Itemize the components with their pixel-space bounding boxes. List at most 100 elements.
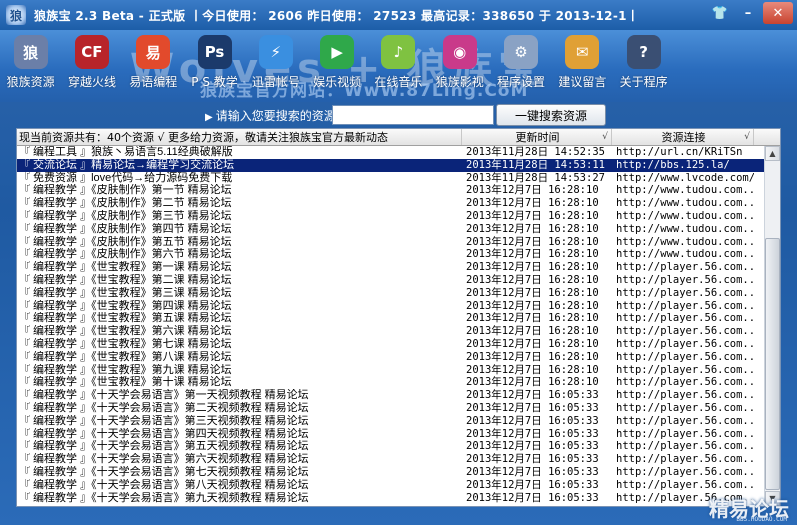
- settings-icon: ⚙: [504, 35, 539, 69]
- row-name: 『 编程教学 』《皮肤制作》第三节 精易论坛: [19, 209, 232, 222]
- row-name: 『 编程教学 』《世宝教程》第二课 精易论坛: [19, 273, 232, 286]
- table-row[interactable]: 『 编程教学 』《世宝教程》第十课 精易论坛 2013年12月7日 16:28:1…: [17, 376, 765, 389]
- table-row[interactable]: 『 编程教学 』《皮肤制作》第二节 精易论坛 2013年12月7日 16:28:1…: [17, 197, 765, 210]
- row-time: 2013年12月7日 16:05:33: [466, 453, 599, 466]
- row-link: http://player.56.com...: [616, 401, 754, 414]
- row-time: 2013年12月7日 16:05:33: [466, 389, 599, 402]
- toolbar-button-label: 穿越火线: [67, 75, 116, 89]
- row-link: http://player.56.com...: [616, 286, 754, 299]
- row-name: 『 编程教学 』《世宝教程》第四课 精易论坛: [19, 299, 232, 312]
- column-header-link-label: 资源连接: [661, 131, 706, 144]
- row-link: http://player.56.com...: [616, 261, 754, 274]
- window-title: 狼族宝 2.3 Beta - 正式版 丨今日使用： 2606 昨日使用： 275…: [34, 8, 640, 23]
- table-row[interactable]: 『 编程教学 』《十天学会易语言》第一天视频教程 精易论坛 2013年12月7日 …: [17, 389, 765, 402]
- row-link: http://player.56.com...: [616, 389, 754, 402]
- row-link: http://www.lvcode.com/: [616, 171, 754, 184]
- skin-icon[interactable]: 👕: [707, 2, 733, 24]
- row-time: 2013年12月7日 16:28:10: [466, 350, 599, 363]
- triangle-right-icon: ▶: [205, 112, 213, 123]
- table-row[interactable]: 『 编程教学 』《世宝教程》第二课 精易论坛 2013年12月7日 16:28:1…: [17, 274, 765, 287]
- row-name: 『 编程教学 』《世宝教程》第五课 精易论坛: [19, 312, 232, 325]
- table-row[interactable]: 『 编程教学 』《十天学会易语言》第八天视频教程 精易论坛 2013年12月7日 …: [17, 479, 765, 492]
- row-time: 2013年12月7日 16:28:10: [466, 184, 599, 197]
- row-link: http://www.tudou.com...: [616, 222, 754, 235]
- table-row[interactable]: 『 编程教学 』《十天学会易语言》第五天视频教程 精易论坛 2013年12月7日 …: [17, 440, 765, 453]
- wolf-icon: 狼: [13, 35, 48, 69]
- toolbar-button-0[interactable]: 狼狼族资源: [0, 30, 61, 102]
- table-row[interactable]: 『 编程教学 』《世宝教程》第四课 精易论坛 2013年12月7日 16:28:1…: [17, 300, 765, 313]
- toolbar: 狼狼族资源 CF 穿越火线易易语编程 Ps P S 教学 ⚡ 迅雷帐号 ▶ 娱乐视频 ♪ 在线音乐 ◉…: [0, 30, 797, 102]
- row-name: 『 编程工具 』狼族丶易语言5.11经典破解版: [19, 146, 233, 158]
- close-button[interactable]: ✕: [763, 2, 793, 24]
- row-name: 『 编程教学 』《世宝教程》第一课 精易论坛: [19, 261, 232, 274]
- toolbar-button-8[interactable]: ⚙ 程序设置: [490, 30, 551, 102]
- row-link: http://player.56.com...: [616, 376, 754, 389]
- row-name: 『 编程教学 』《世宝教程》第八课 精易论坛: [19, 350, 232, 363]
- table-row[interactable]: 『 编程教学 』《世宝教程》第八课 精易论坛 2013年12月7日 16:28:1…: [17, 351, 765, 364]
- row-time: 2013年12月7日 16:28:10: [466, 222, 599, 235]
- toolbar-button-label: 迅雷帐号: [251, 75, 300, 89]
- row-name: 『 编程教学 』《世宝教程》第六课 精易论坛: [19, 325, 232, 338]
- toolbar-button-label: P S 教学: [191, 75, 238, 89]
- table-row[interactable]: 『 编程教学 』《十天学会易语言》第四天视频教程 精易论坛 2013年12月7日 …: [17, 428, 765, 441]
- column-header-link[interactable]: 资源连接 √: [612, 129, 754, 145]
- table-row[interactable]: 『 编程教学 』《皮肤制作》第六节 精易论坛 2013年12月7日 16:28:1…: [17, 248, 765, 261]
- row-time: 2013年12月7日 16:05:33: [466, 465, 599, 478]
- row-name: 『 编程教学 』《世宝教程》第七课 精易论坛: [19, 337, 232, 350]
- toolbar-button-6[interactable]: ♪ 在线音乐: [368, 30, 429, 102]
- table-row[interactable]: 『 编程工具 』狼族丶易语言5.11经典破解版 2013年11月28日 14:52…: [17, 146, 765, 159]
- toolbar-button-7[interactable]: ◉ 狼族影视: [429, 30, 490, 102]
- table-row[interactable]: 『 编程教学 』《皮肤制作》第一节 精易论坛 2013年12月7日 16:28:1…: [17, 184, 765, 197]
- scroll-thumb[interactable]: [765, 238, 780, 490]
- minimize-button[interactable]: –: [735, 2, 761, 24]
- crossfire-icon: CF: [74, 35, 109, 69]
- toolbar-button-10[interactable]: ? 关于程序: [613, 30, 674, 102]
- table-row[interactable]: 『 编程教学 』《十天学会易语言》第三天视频教程 精易论坛 2013年12月7日 …: [17, 415, 765, 428]
- table-row[interactable]: 『 编程教学 』《世宝教程》第三课 精易论坛 2013年12月7日 16:28:1…: [17, 287, 765, 300]
- toolbar-button-2[interactable]: 易易语编程: [123, 30, 184, 102]
- list-header: 现当前资源共有：40个资源 √ 更多给力资源，敬请关注狼族宝官方最新动态 更新时…: [17, 129, 780, 146]
- search-input[interactable]: [332, 105, 494, 125]
- toolbar-button-4[interactable]: ⚡ 迅雷帐号: [245, 30, 306, 102]
- search-button[interactable]: 一键搜索资源: [496, 104, 606, 126]
- toolbar-button-3[interactable]: Ps P S 教学: [184, 30, 245, 102]
- row-time: 2013年12月7日 16:28:10: [466, 299, 599, 312]
- table-row[interactable]: 『 编程教学 』《世宝教程》第九课 精易论坛 2013年12月7日 16:28:1…: [17, 364, 765, 377]
- toolbar-button-label: 娱乐视频: [313, 75, 362, 89]
- row-name: 『 编程教学 』《十天学会易语言》第九天视频教程 精易论坛: [19, 491, 309, 504]
- vertical-scrollbar[interactable]: ▲ ▼: [764, 146, 780, 506]
- toolbar-button-5[interactable]: ▶ 娱乐视频: [306, 30, 367, 102]
- table-row[interactable]: 『 编程教学 』《世宝教程》第一课 精易论坛 2013年12月7日 16:28:1…: [17, 261, 765, 274]
- table-row[interactable]: 『 编程教学 』《十天学会易语言》第七天视频教程 精易论坛 2013年12月7日 …: [17, 466, 765, 479]
- table-row[interactable]: 『 编程教学 』《世宝教程》第六课 精易论坛 2013年12月7日 16:28:1…: [17, 325, 765, 338]
- title-bar: 狼 狼族宝 2.3 Beta - 正式版 丨今日使用： 2606 昨日使用： 2…: [0, 0, 797, 30]
- resource-list: 现当前资源共有：40个资源 √ 更多给力资源，敬请关注狼族宝官方最新动态 更新时…: [16, 128, 781, 507]
- scroll-up-icon[interactable]: ▲: [765, 146, 780, 161]
- table-row[interactable]: 『 编程教学 』《皮肤制作》第四节 精易论坛 2013年12月7日 16:28:1…: [17, 223, 765, 236]
- row-link: http://www.tudou.com...: [616, 197, 754, 210]
- row-time: 2013年12月7日 16:28:10: [466, 248, 599, 261]
- row-link: http://player.56.com...: [616, 478, 754, 491]
- column-header-time[interactable]: 更新时间 √: [462, 129, 612, 145]
- row-time: 2013年12月7日 16:28:10: [466, 337, 599, 350]
- table-row[interactable]: 『 编程教学 』《十天学会易语言》第六天视频教程 精易论坛 2013年12月7日 …: [17, 453, 765, 466]
- table-row[interactable]: 『 编程教学 』《皮肤制作》第五节 精易论坛 2013年12月7日 16:28:1…: [17, 236, 765, 249]
- row-time: 2013年12月7日 16:28:10: [466, 325, 599, 338]
- search-label-wrap: ▶ 请输入您要搜索的资源：: [205, 107, 348, 124]
- toolbar-button-9[interactable]: ✉ 建议留言: [552, 30, 613, 102]
- table-row[interactable]: 『 编程教学 』《世宝教程》第五课 精易论坛 2013年12月7日 16:28:1…: [17, 312, 765, 325]
- column-header-name[interactable]: 现当前资源共有：40个资源 √ 更多给力资源，敬请关注狼族宝官方最新动态: [17, 129, 462, 145]
- table-row[interactable]: 『 编程教学 』《十天学会易语言》第二天视频教程 精易论坛 2013年12月7日 …: [17, 402, 765, 415]
- toolbar-button-1[interactable]: CF 穿越火线: [61, 30, 122, 102]
- table-row[interactable]: 『 编程教学 』《皮肤制作》第三节 精易论坛 2013年12月7日 16:28:1…: [17, 210, 765, 223]
- thunder-icon: ⚡: [258, 35, 293, 69]
- table-row[interactable]: 『 编程教学 』《世宝教程》第七课 精易论坛 2013年12月7日 16:28:1…: [17, 338, 765, 351]
- table-row[interactable]: 『 交流论坛 』精易论坛→编程学习交流论坛 2013年11月28日 14:53:1…: [17, 158, 765, 172]
- toolbar-button-label: 关于程序: [619, 75, 668, 89]
- table-row[interactable]: 『 编程教学 』《十天学会易语言》第九天视频教程 精易论坛 2013年12月7日 …: [17, 492, 765, 505]
- table-row[interactable]: 『 免费资源 』love代码→给力源码免费下载 2013年11月28日 14:53…: [17, 172, 765, 185]
- music-icon: ♪: [381, 35, 416, 69]
- row-link: http://player.56.com...: [616, 337, 754, 350]
- row-name: 『 免费资源 』love代码→给力源码免费下载: [19, 171, 233, 184]
- row-time: 2013年12月7日 16:28:10: [466, 261, 599, 274]
